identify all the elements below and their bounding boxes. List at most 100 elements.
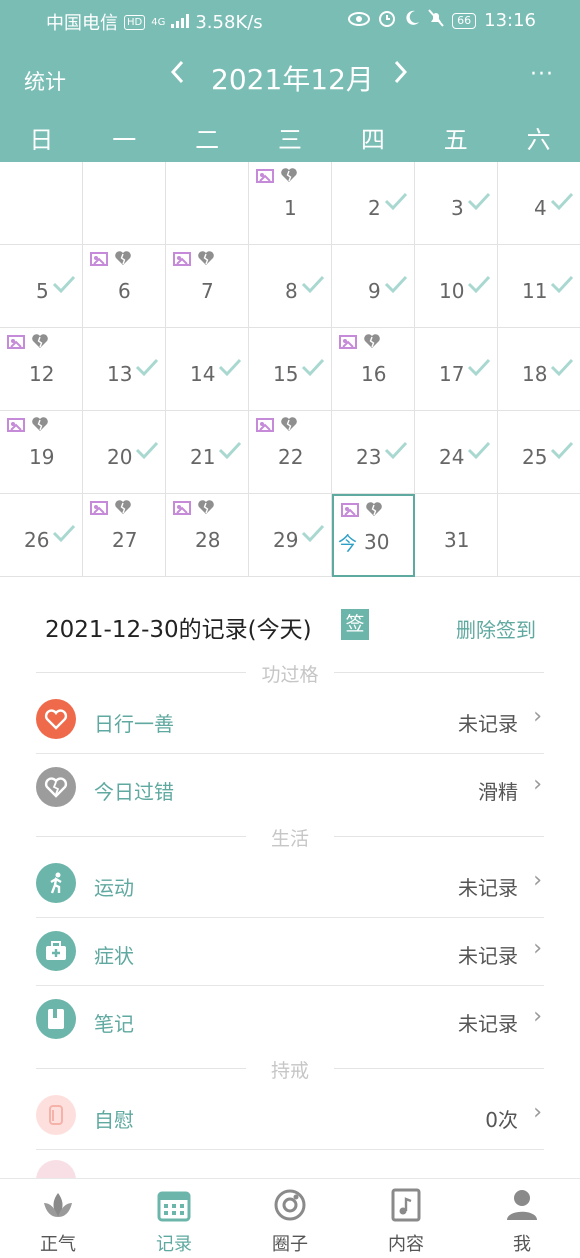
calendar-day-cell[interactable]: 12: [0, 328, 83, 411]
section-title: 生活: [270, 828, 309, 850]
status-bar: 中国电信 HD 4G 3.58K/s 66 13:16: [0, 0, 580, 40]
day-number: 26: [24, 528, 50, 552]
calendar-day-cell[interactable]: 25: [498, 411, 580, 494]
tab-circle[interactable]: 圈子: [232, 1179, 348, 1258]
weekday-label: 三: [278, 126, 302, 154]
chevron-left-icon[interactable]: [168, 58, 188, 93]
calendar-day-cell[interactable]: 28: [166, 494, 249, 577]
day-number: 23: [356, 445, 382, 469]
calendar-day-cell[interactable]: 14: [166, 328, 249, 411]
row-label: 今日过错: [94, 780, 174, 804]
chevron-right-icon: ›: [533, 704, 542, 729]
calendar-day-cell[interactable]: 11: [498, 245, 580, 328]
check-icon: [52, 271, 76, 301]
section-precepts: 持戒: [36, 1058, 544, 1082]
tab-content[interactable]: 内容: [348, 1179, 464, 1258]
calendar-day-cell[interactable]: 15: [249, 328, 332, 411]
moon-icon: [404, 10, 420, 31]
calendar-grid: 1 2 3 4 5 6 7 8 9 10 11 12 13 14 15 16 17 18 19 20 21 22 23 24 2…: [0, 162, 580, 579]
check-icon: [218, 354, 242, 384]
calendar-day-cell[interactable]: 3: [415, 162, 498, 245]
row-mistake[interactable]: 今日过错 滑精 ›: [36, 754, 544, 822]
calendar-day-cell[interactable]: 26: [0, 494, 83, 577]
chevron-right-icon[interactable]: [390, 58, 410, 93]
day-number: 3: [451, 196, 464, 220]
calendar-day-cell[interactable]: 17: [415, 328, 498, 411]
row-exercise[interactable]: 运动 未记录 ›: [36, 850, 544, 918]
sign-badge: 签: [341, 609, 369, 640]
day-number: 24: [439, 445, 465, 469]
tab-me[interactable]: 我: [464, 1179, 580, 1258]
bottom-tab-bar: 正气 记录 圈子 内容 我: [0, 1178, 580, 1258]
calendar-day-cell[interactable]: 29: [249, 494, 332, 577]
section-title: 持戒: [270, 1060, 309, 1082]
row-value: 0次: [485, 1108, 518, 1132]
broken-heart-icon: [114, 250, 132, 270]
row-masturbation[interactable]: 自慰 0次 ›: [36, 1082, 544, 1150]
check-icon: [301, 271, 325, 301]
day-number: 7: [201, 279, 214, 303]
day-number: 4: [534, 196, 547, 220]
calendar-day-cell[interactable]: 18: [498, 328, 580, 411]
calendar-day-cell[interactable]: 4: [498, 162, 580, 245]
calendar-day-cell[interactable]: 6: [83, 245, 166, 328]
tab-zhengqi[interactable]: 正气: [0, 1179, 116, 1258]
battery-indicator: 66: [452, 12, 477, 29]
tab-records[interactable]: 记录: [116, 1179, 232, 1258]
day-number: 10: [439, 279, 465, 303]
calendar-day-cell[interactable]: 27: [83, 494, 166, 577]
meditation-icon: [7, 333, 25, 353]
calendar-day-cell[interactable]: 5: [0, 245, 83, 328]
calendar-day-cell[interactable]: 1: [249, 162, 332, 245]
day-number: 5: [36, 279, 49, 303]
day-number: 31: [444, 528, 470, 552]
row-good-deed[interactable]: 日行一善 未记录 ›: [36, 686, 544, 754]
row-notes[interactable]: 笔记 未记录 ›: [36, 986, 544, 1054]
alarm-icon: [378, 9, 396, 32]
day-number: 22: [278, 445, 304, 469]
stats-button[interactable]: 统计: [24, 66, 66, 96]
broken-heart-icon: [197, 499, 215, 519]
chevron-right-icon: ›: [533, 868, 542, 893]
broken-heart-icon: [31, 416, 49, 436]
calendar-day-cell[interactable]: 30 今: [332, 494, 415, 577]
calendar-day-cell[interactable]: 23: [332, 411, 415, 494]
day-number: 8: [285, 279, 298, 303]
row-symptom[interactable]: 症状 未记录 ›: [36, 918, 544, 986]
meditation-icon: [90, 499, 108, 519]
calendar-day-cell[interactable]: 9: [332, 245, 415, 328]
delete-sign-button[interactable]: 删除签到: [456, 614, 536, 643]
heart-icon: [36, 699, 76, 739]
day-number: 30: [364, 530, 390, 554]
more-icon[interactable]: ···: [530, 62, 554, 87]
calendar-day-cell[interactable]: 21: [166, 411, 249, 494]
calendar-day-cell[interactable]: 2: [332, 162, 415, 245]
day-number: 28: [195, 528, 221, 552]
mute-bell-icon: [428, 9, 444, 32]
calendar-day-cell[interactable]: 31: [415, 494, 498, 577]
meditation-icon: [7, 416, 25, 436]
meditation-icon: [341, 501, 359, 521]
calendar-day-cell[interactable]: 16: [332, 328, 415, 411]
day-number: 13: [107, 362, 133, 386]
day-number: 16: [361, 362, 387, 386]
row-value: 未记录: [458, 876, 518, 900]
check-icon: [467, 437, 491, 467]
row-label: 运动: [94, 876, 134, 900]
calendar-day-cell[interactable]: 24: [415, 411, 498, 494]
calendar-day-cell[interactable]: 19: [0, 411, 83, 494]
broken-heart-icon: [280, 167, 298, 187]
circle-icon: [272, 1187, 308, 1223]
calendar-day-cell[interactable]: 10: [415, 245, 498, 328]
check-icon: [218, 437, 242, 467]
calendar-day-cell[interactable]: 7: [166, 245, 249, 328]
tab-label: 正气: [40, 1234, 76, 1255]
calendar-icon: [156, 1187, 192, 1223]
calendar-day-cell[interactable]: 20: [83, 411, 166, 494]
calendar-day-cell[interactable]: 13: [83, 328, 166, 411]
tab-label: 内容: [388, 1234, 424, 1255]
calendar-day-cell[interactable]: 8: [249, 245, 332, 328]
check-icon: [135, 437, 159, 467]
carrier-label: 中国电信: [46, 13, 118, 34]
calendar-day-cell[interactable]: 22: [249, 411, 332, 494]
